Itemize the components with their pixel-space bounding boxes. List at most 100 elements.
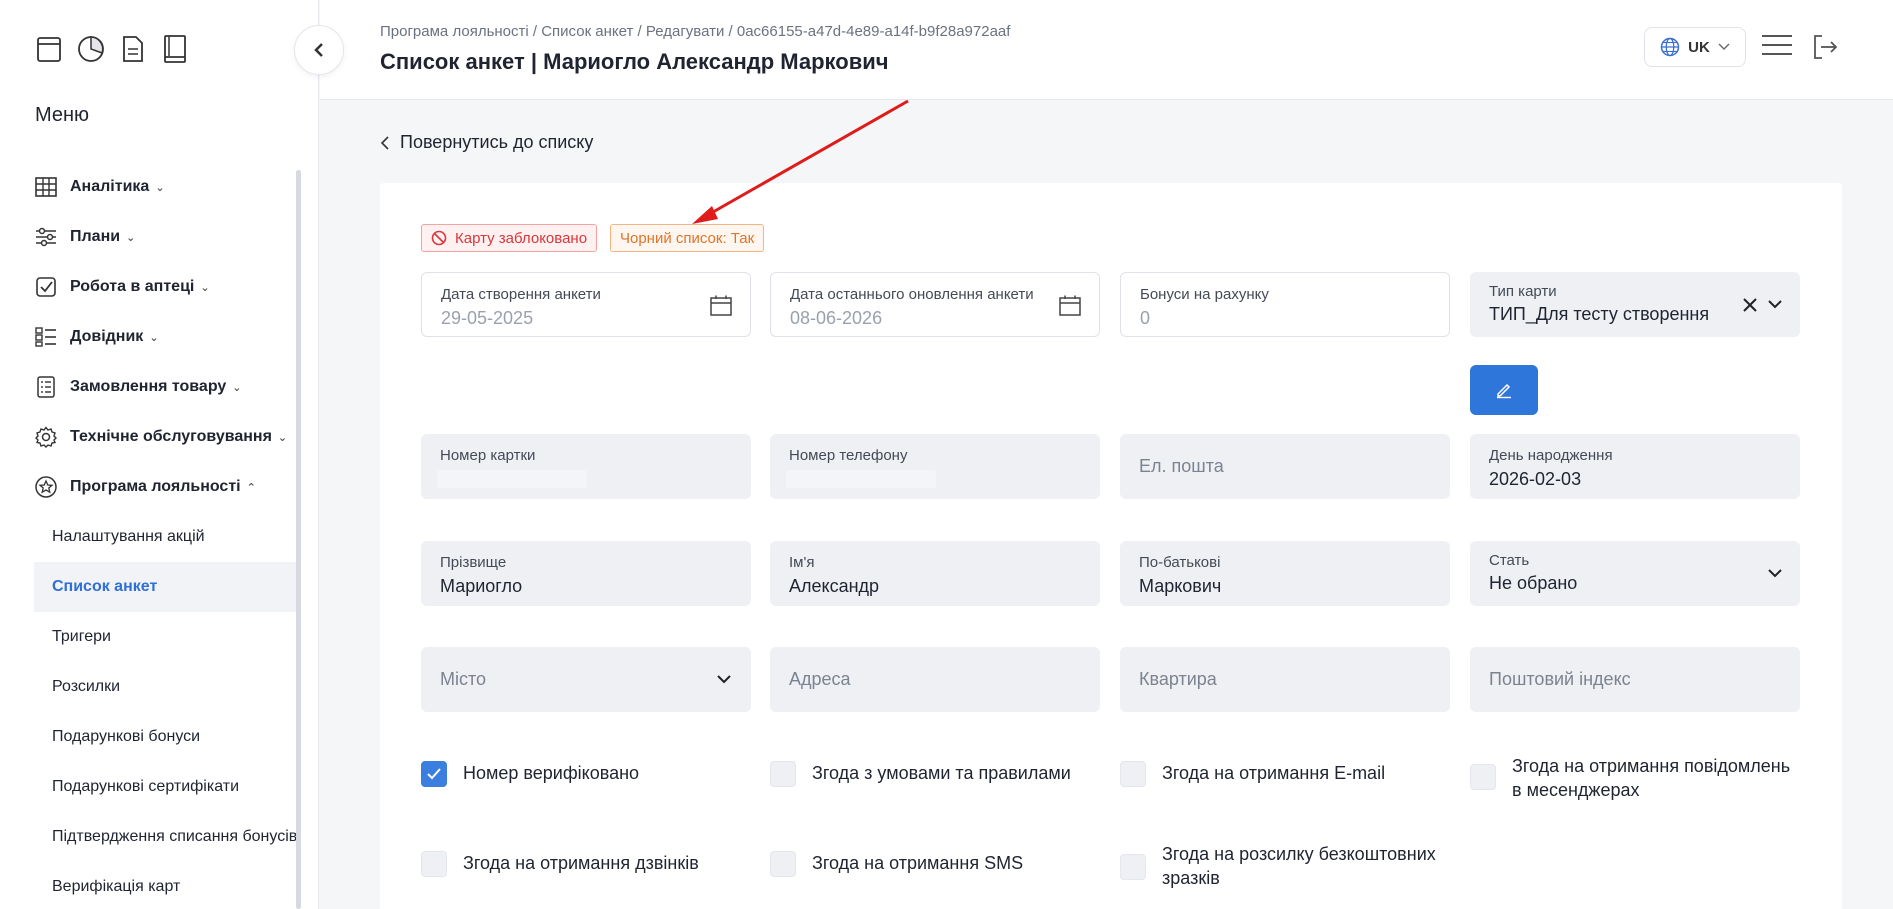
- pencil-icon: [1497, 383, 1511, 399]
- chevron-down-icon: ⌄: [200, 281, 210, 294]
- chevron-down-icon: ⌄: [126, 231, 136, 244]
- hamburger-menu-icon[interactable]: [1762, 34, 1792, 58]
- checkbox-box[interactable]: [421, 761, 447, 787]
- checkbox-label: Згода на отримання повідомлень в месендж…: [1512, 756, 1791, 800]
- star-icon: [34, 475, 58, 499]
- checkbox-box[interactable]: [770, 761, 796, 787]
- checkbox-label: Згода на отримання SMS: [812, 853, 1024, 873]
- sidebar-scrollbar-thumb[interactable]: [296, 170, 301, 909]
- logout-icon[interactable]: [1812, 34, 1838, 60]
- sidebar-subitem-card-verification[interactable]: Верифікація карт: [34, 862, 298, 909]
- sidebar-item-orders[interactable]: Замовлення товару ⌄: [34, 362, 298, 412]
- list-icon: [34, 325, 58, 349]
- created-date-field[interactable]: Дата створення анкети 29-05-2025: [421, 272, 751, 337]
- book-icon[interactable]: [160, 34, 190, 64]
- checkbox-label: Згода на отримання дзвінків: [463, 853, 699, 873]
- top-header: Програма лояльності / Список анкет / Ред…: [320, 0, 1893, 100]
- sidebar-item-directory[interactable]: Довідник ⌄: [34, 312, 298, 362]
- edit-card-type-button[interactable]: [1470, 365, 1538, 415]
- checkbox-messenger-consent[interactable]: Згода на отримання повідомлень в месендж…: [1470, 754, 1800, 802]
- sidebar-collapse-button[interactable]: [294, 25, 344, 75]
- checkbox-calls-consent[interactable]: Згода на отримання дзвінків: [421, 851, 699, 877]
- gender-select[interactable]: Стать Не обрано: [1470, 541, 1800, 606]
- card-blocked-text: Карту заблоковано: [455, 229, 588, 247]
- chevron-down-icon: ⌄: [277, 431, 288, 444]
- language-selector[interactable]: UK: [1644, 27, 1746, 67]
- updated-date-field[interactable]: Дата останнього оновлення анкети 08-06-2…: [770, 272, 1100, 337]
- phone-redacted: [786, 470, 936, 488]
- sidebar-scrollbar[interactable]: [296, 170, 301, 909]
- table-icon: [34, 175, 58, 199]
- sidebar-subitem-questionnaires[interactable]: Список анкет: [34, 562, 298, 612]
- sidebar-item-loyalty[interactable]: Програма лояльності ⌃: [34, 462, 298, 512]
- middle-name-field[interactable]: По-батькові Маркович: [1120, 541, 1450, 606]
- pie-chart-icon[interactable]: [76, 34, 106, 64]
- chevron-down-icon: ⌄: [149, 331, 159, 344]
- sidebar-subitem-bonus-writeoff[interactable]: Підтвердження списання бонусів: [34, 812, 298, 862]
- checkbox-box[interactable]: [1120, 854, 1146, 880]
- first-name-field[interactable]: Ім'я Александр: [770, 541, 1100, 606]
- language-code: UK: [1688, 38, 1710, 56]
- checkmark-icon: [427, 768, 441, 780]
- breadcrumb[interactable]: Програма лояльності / Список анкет / Ред…: [380, 23, 1010, 40]
- document-icon[interactable]: [118, 34, 148, 64]
- sidebar-subitem-gift-certificates[interactable]: Подарункові сертифікати: [34, 762, 298, 812]
- calendar-icon: [710, 295, 732, 316]
- clipboard-icon: [34, 375, 58, 399]
- sidebar-item-analytics[interactable]: Аналітика ⌄: [34, 162, 298, 212]
- card-type-select[interactable]: Тип карти ТИП_Для тесту створення: [1470, 272, 1800, 337]
- check-square-icon: [34, 275, 58, 299]
- checkbox-terms-consent[interactable]: Згода з умовами та правилами: [770, 761, 1071, 787]
- checkbox-email-consent[interactable]: Згода на отримання E-mail: [1120, 761, 1385, 787]
- sidebar-item-label: Замовлення товару: [70, 378, 227, 395]
- birthday-field[interactable]: День народження 2026-02-03: [1470, 434, 1800, 499]
- sidebar-item-label: Технічне обслуговування: [70, 428, 272, 445]
- sidebar-item-pharmacy-work[interactable]: Робота в аптеці ⌄: [34, 262, 298, 312]
- sidebar-item-maintenance[interactable]: Технічне обслуговування ⌄: [34, 412, 298, 462]
- card-number-redacted: [437, 470, 587, 488]
- calendar-icon: [1059, 295, 1081, 316]
- archive-box-icon[interactable]: [34, 34, 64, 64]
- sliders-icon: [34, 225, 58, 249]
- menu-title: Меню: [35, 104, 90, 126]
- sidebar-item-label: Програма лояльності: [70, 478, 241, 495]
- chevron-down-icon: ⌄: [155, 181, 165, 194]
- card-blocked-badge: Карту заблоковано: [421, 224, 598, 252]
- blacklist-badge: Чорний список: Так: [610, 224, 765, 252]
- chevron-down-icon: [1718, 43, 1730, 50]
- last-name-field[interactable]: Прізвище Мариогло: [421, 541, 751, 606]
- sidebar-item-plans[interactable]: Плани ⌄: [34, 212, 298, 262]
- apartment-field[interactable]: Квартира: [1120, 647, 1450, 712]
- city-select[interactable]: Місто: [421, 647, 751, 712]
- sidebar-subitem-gift-bonuses[interactable]: Подарункові бонуси: [34, 712, 298, 762]
- email-field[interactable]: Ел. пошта: [1120, 434, 1450, 499]
- sidebar-item-label: Аналітика: [70, 178, 150, 195]
- chevron-down-icon: [1768, 300, 1782, 309]
- sidebar-subitem-mailings[interactable]: Розсилки: [34, 662, 298, 712]
- card-number-field[interactable]: Номер картки: [421, 434, 751, 499]
- sidebar-subitem-promotions-settings[interactable]: Налаштування акцій: [34, 512, 298, 562]
- checkbox-sms-consent[interactable]: Згода на отримання SMS: [770, 851, 1023, 877]
- phone-field[interactable]: Номер телефону: [770, 434, 1100, 499]
- back-to-list-link[interactable]: Повернутись до списку: [380, 132, 593, 153]
- checkbox-box[interactable]: [421, 851, 447, 877]
- sidebar-item-label: Плани: [70, 228, 121, 245]
- globe-icon: [1660, 37, 1680, 57]
- bonuses-field[interactable]: Бонуси на рахунку 0: [1120, 272, 1450, 337]
- back-link-label: Повернутись до списку: [400, 132, 594, 152]
- address-field[interactable]: Адреса: [770, 647, 1100, 712]
- checkbox-samples-consent[interactable]: Згода на розсилку безкоштовних зразків: [1120, 842, 1450, 890]
- sidebar-subitem-triggers[interactable]: Тригери: [34, 612, 298, 662]
- sidebar-top-icons: [34, 34, 190, 64]
- checkbox-label: Згода на розсилку безкоштовних зразків: [1162, 844, 1436, 888]
- checkbox-box[interactable]: [1470, 764, 1496, 790]
- checkbox-label: Згода з умовами та правилами: [812, 763, 1071, 783]
- postal-code-field[interactable]: Поштовий індекс: [1470, 647, 1800, 712]
- checkbox-number-verified[interactable]: Номер верифіковано: [421, 761, 639, 787]
- checkbox-label: Згода на отримання E-mail: [1162, 763, 1386, 783]
- checkbox-label: Номер верифіковано: [463, 763, 640, 783]
- page-title: Список анкет | Мариогло Александр Марков…: [380, 49, 889, 74]
- checkbox-box[interactable]: [770, 851, 796, 877]
- checkbox-box[interactable]: [1120, 761, 1146, 787]
- chevron-down-icon: ⌄: [232, 381, 242, 394]
